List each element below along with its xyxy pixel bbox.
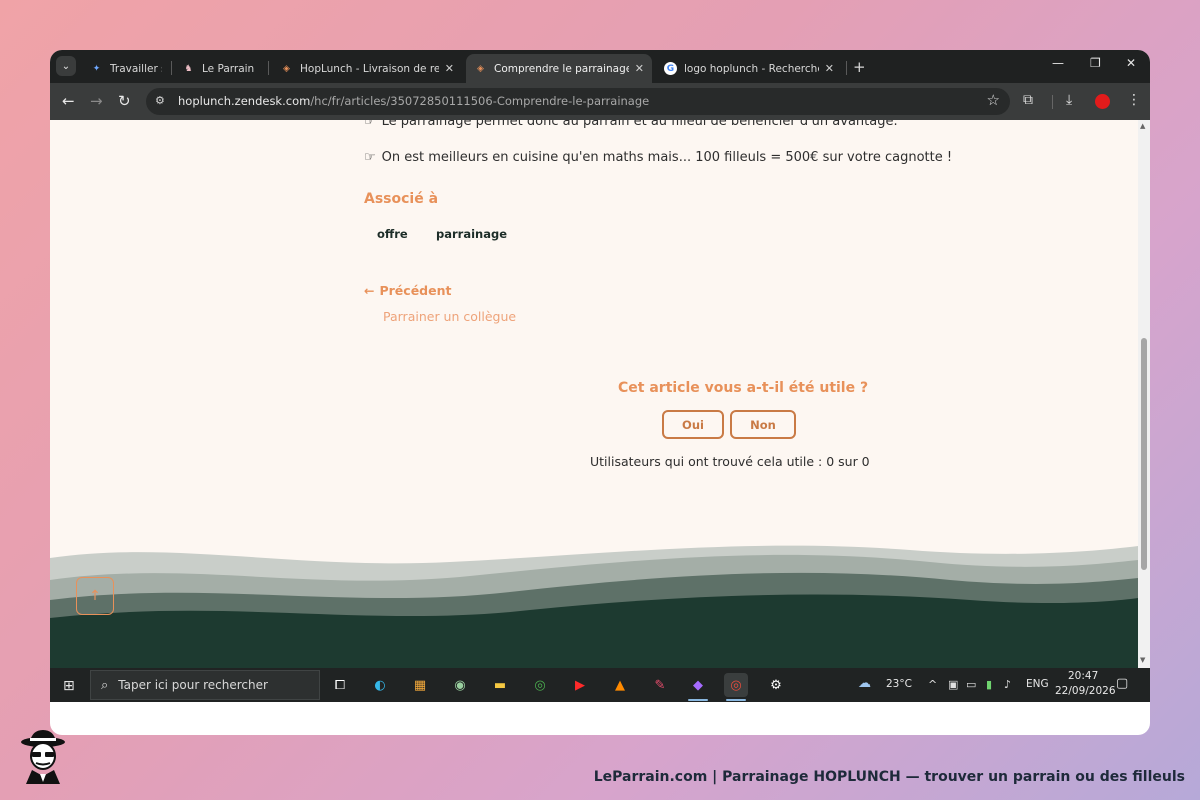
vlc-icon[interactable]: ▲ (608, 673, 632, 697)
tab-search-button[interactable]: ⌄ (56, 56, 76, 76)
clock-time[interactable]: 20:47 (1068, 670, 1098, 682)
youtube-icon[interactable]: ▶ (568, 673, 592, 697)
gemini-icon: ✦ (92, 63, 101, 74)
screenshot-card: ⌄ ✦ Travailler sur l ♞ Le Parrain - Le ◈… (50, 50, 1150, 735)
paint-icon[interactable]: ✎ (648, 673, 672, 697)
chevron-down-icon: ⌄ (61, 60, 71, 72)
page-scrollbar[interactable]: ▲ ▼ (1138, 120, 1150, 668)
volume-icon[interactable]: ♪ (1004, 678, 1011, 691)
hoplunch-icon: ◈ (283, 63, 290, 74)
close-icon[interactable]: ✕ (825, 62, 834, 75)
footer-caption: LeParrain.com | Parrainage HOPLUNCH — tr… (593, 769, 1185, 785)
footer-waves (50, 545, 1138, 668)
hoplunch-icon: ◈ (477, 63, 484, 74)
url-host: hoplunch.zendesk.com (178, 94, 311, 108)
google-icon: G (664, 62, 677, 75)
pointing-hand-icon: ☞ (364, 150, 376, 165)
app-icon[interactable]: ◉ (448, 673, 472, 697)
close-icon[interactable]: ✕ (445, 62, 454, 75)
search-icon: ⌕ (101, 677, 109, 693)
scroll-down-arrow-icon[interactable]: ▼ (1140, 656, 1145, 664)
site-info-icon[interactable]: ⚙ (155, 94, 170, 109)
teams-icon[interactable]: ▣ (948, 678, 958, 691)
pointing-hand-icon: ☞ (364, 120, 376, 129)
tab-google-search[interactable]: G logo hoplunch - Recherche Goo ✕ (656, 54, 842, 83)
vote-yes-button[interactable]: Oui (662, 410, 724, 439)
close-icon[interactable]: ✕ (635, 62, 644, 75)
article-paragraph: ☞ On est meilleurs en cuisine qu'en maths… (364, 150, 953, 165)
language-indicator[interactable]: ENG (1026, 678, 1049, 690)
taskbar-search-input[interactable]: ⌕ Taper ici pour rechercher (90, 670, 320, 700)
chrome-icon[interactable]: ◎ (528, 673, 552, 697)
chevron-up-icon[interactable]: ^ (928, 678, 937, 691)
tab-leparrain[interactable]: ♞ Le Parrain - Le (174, 54, 266, 83)
tag-parrainage[interactable]: parrainage (436, 227, 507, 241)
weather-temp[interactable]: 23°C (886, 678, 912, 690)
vote-no-button[interactable]: Non (730, 410, 796, 439)
weather-cloud-icon[interactable]: ☁ (858, 676, 871, 691)
address-bar[interactable]: ⚙ hoplunch.zendesk.com/hc/fr/articles/35… (146, 88, 1010, 115)
bookmark-star-icon[interactable]: ☆ (987, 91, 1000, 109)
forward-button[interactable]: → (90, 92, 103, 110)
new-tab-button[interactable]: + (853, 58, 866, 76)
menu-kebab-icon[interactable]: ⋮ (1127, 92, 1141, 108)
notification-icon[interactable]: ▢ (1116, 676, 1128, 691)
browser-toolbar: ← → ↻ ⚙ hoplunch.zendesk.com/hc/fr/artic… (50, 83, 1150, 120)
related-title: Associé à (364, 191, 439, 207)
extensions-icon[interactable]: ⧉ (1023, 92, 1033, 108)
chrome-active-icon[interactable]: ◎ (724, 673, 748, 701)
page-content: ☞ Le parrainage permet donc au parrain et… (50, 120, 1138, 668)
scroll-thumb[interactable] (1141, 338, 1147, 570)
tab-gemini[interactable]: ✦ Travailler sur l (82, 54, 170, 83)
scroll-to-top-button[interactable]: ↑ (76, 577, 114, 615)
arrow-up-icon: ↑ (89, 588, 101, 604)
tag-offre[interactable]: offre (377, 227, 408, 241)
article-paragraph-partial: ☞ Le parrainage permet donc au parrain et… (364, 120, 898, 129)
feedback-count: Utilisateurs qui ont trouvé cela utile :… (590, 454, 870, 469)
previous-article-title[interactable]: Parrainer un collègue (383, 309, 516, 324)
battery-icon[interactable]: ▮ (986, 678, 992, 691)
network-icon[interactable]: ▭ (966, 678, 976, 691)
tab-comprendre-parrainage[interactable]: ◈ Comprendre le parrainage – Ho ✕ (466, 54, 652, 83)
windows-taskbar: ⊞ ⌕ Taper ici pour rechercher ⧠ ◐ ▦ ◉ ▬ … (50, 668, 1150, 702)
tab-strip: ⌄ ✦ Travailler sur l ♞ Le Parrain - Le ◈… (50, 50, 1150, 83)
edge-icon[interactable]: ◐ (368, 673, 392, 697)
download-icon[interactable]: ⤓ (1066, 92, 1072, 108)
restore-button[interactable]: ❐ (1090, 56, 1101, 70)
file-explorer-icon[interactable]: ▬ (488, 673, 512, 697)
previous-article-link[interactable]: ← Précédent (364, 283, 451, 298)
task-view-icon[interactable]: ⧠ (328, 673, 352, 697)
close-window-button[interactable]: ✕ (1126, 56, 1136, 70)
leparrain-icon: ♞ (184, 63, 193, 74)
settings-gear-icon[interactable]: ⚙ (764, 673, 788, 697)
arrow-left-icon: ← (364, 283, 375, 298)
clock-date[interactable]: 22/09/2026 (1055, 685, 1116, 697)
app-prism-icon[interactable]: ◆ (686, 673, 710, 701)
store-icon[interactable]: ▦ (408, 673, 432, 697)
profile-avatar[interactable] (1095, 94, 1110, 109)
minimize-button[interactable]: — (1052, 56, 1064, 70)
back-button[interactable]: ← (62, 92, 75, 110)
scroll-up-arrow-icon[interactable]: ▲ (1140, 122, 1145, 130)
windows-start-icon[interactable]: ⊞ (63, 678, 75, 694)
reload-button[interactable]: ↻ (118, 92, 131, 110)
leparrain-mascot-logo (21, 730, 65, 784)
url-path: /hc/fr/articles/35072850111506-Comprendr… (310, 94, 650, 108)
feedback-question: Cet article vous a-t-il été utile ? (618, 380, 869, 396)
tab-hoplunch[interactable]: ◈ HopLunch - Livraison de repas e ✕ (272, 54, 462, 83)
